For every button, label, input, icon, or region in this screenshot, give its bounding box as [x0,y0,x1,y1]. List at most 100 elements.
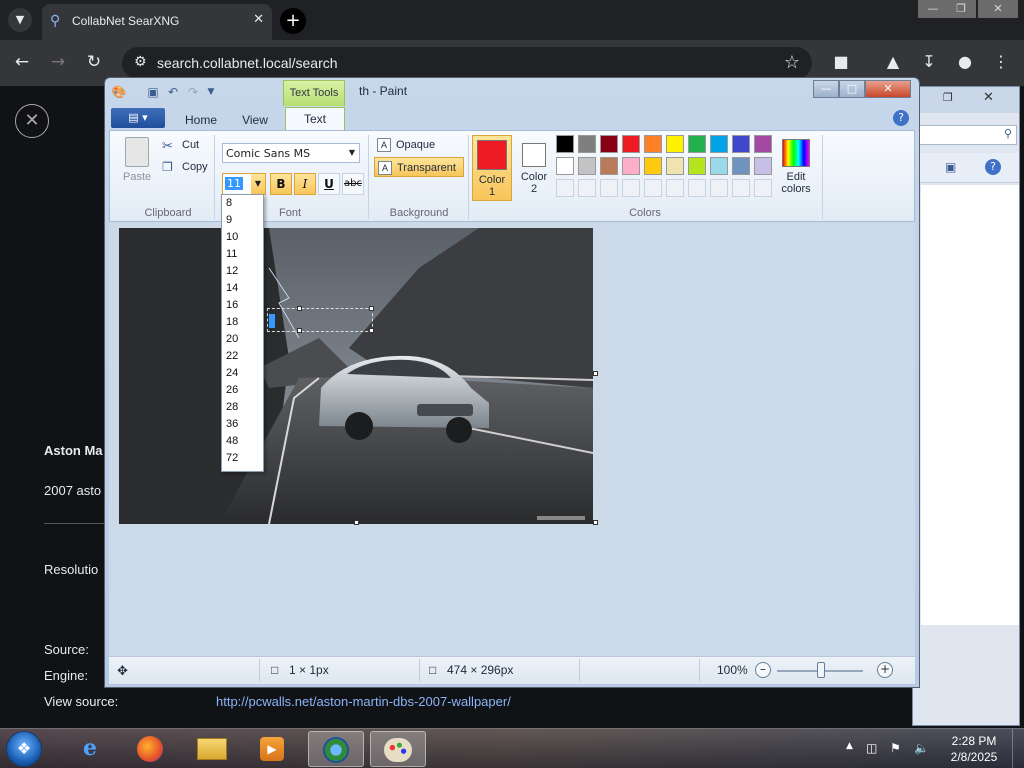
resize-handle[interactable] [297,328,302,333]
font-size-option[interactable]: 36 [222,416,263,433]
palette-empty-slot[interactable] [578,179,596,197]
tray-expand-icon[interactable]: ▲ [846,741,853,751]
cut-button[interactable]: ✂ Cut [162,137,218,155]
zoom-out-button[interactable]: – [755,662,771,678]
palette-empty-slot[interactable] [644,179,662,197]
tab-home[interactable]: Home [173,109,229,131]
restore-icon[interactable]: ❐ [943,91,953,104]
font-size-option[interactable]: 8 [222,195,263,212]
font-size-option[interactable]: 11 [222,246,263,263]
paint-app-icon[interactable]: 🎨 [111,84,127,100]
resize-handle[interactable] [297,306,302,311]
view-source-link[interactable]: http://pcwalls.net/aston-martin-dbs-2007… [216,694,511,709]
color-2-button[interactable]: Color 2 [514,135,554,201]
transparent-option[interactable]: A Transparent [374,157,464,177]
preview-pane-icon[interactable]: ▣ [945,160,956,174]
action-center-flag-icon[interactable]: ⚑ [890,741,901,755]
palette-swatch[interactable] [732,135,750,153]
minimize-button[interactable]: — [918,0,948,18]
tab-search-button[interactable]: ▼ [8,8,32,32]
font-size-option[interactable]: 22 [222,348,263,365]
close-icon[interactable]: ✕ [253,12,264,27]
palette-swatch[interactable] [666,135,684,153]
address-bar[interactable]: ⚙ search.collabnet.local/search ☆ [122,47,812,79]
download-icon[interactable]: ↧ [918,52,940,71]
palette-swatch[interactable] [556,157,574,175]
paste-button[interactable]: Paste [120,135,154,193]
palette-empty-slot[interactable] [754,179,772,197]
help-icon[interactable]: ? [985,159,1001,175]
font-size-option[interactable]: 18 [222,314,263,331]
reload-icon[interactable]: ↻ [82,52,106,72]
palette-swatch[interactable] [644,157,662,175]
font-size-option[interactable]: 48 [222,433,263,450]
site-info-icon[interactable]: ⚙ [134,54,147,70]
palette-swatch[interactable] [710,157,728,175]
forward-arrow-icon[interactable]: → [46,52,70,72]
palette-swatch[interactable] [622,157,640,175]
bookmark-star-icon[interactable]: ☆ [784,52,800,73]
font-size-option[interactable]: 12 [222,263,263,280]
background-search-box[interactable]: ⚲ [917,125,1017,145]
customize-qat-icon[interactable]: ▼ [203,84,219,100]
palette-swatch[interactable] [710,135,728,153]
browser-tab[interactable]: ⚲ CollabNet SearXNG ✕ [42,4,272,40]
font-family-dropdown[interactable]: Comic Sans MS ▼ [222,143,360,163]
start-button[interactable]: ❖ [6,731,42,767]
taskbar-chrome[interactable] [308,731,364,767]
font-size-option[interactable]: 14 [222,280,263,297]
taskbar-ie[interactable]: e [62,731,118,767]
copy-button[interactable]: ❐ Copy [162,159,218,177]
palette-empty-slot[interactable] [710,179,728,197]
close-detail-button[interactable]: ✕ [15,104,49,138]
palette-swatch[interactable] [688,157,706,175]
palette-empty-slot[interactable] [556,179,574,197]
text-selection-box[interactable] [267,308,373,332]
palette-swatch[interactable] [622,135,640,153]
palette-swatch[interactable] [644,135,662,153]
menu-kebab-icon[interactable]: ⋮ [990,52,1012,71]
zoom-in-button[interactable]: + [877,662,893,678]
font-size-option[interactable]: 28 [222,399,263,416]
palette-swatch[interactable] [754,157,772,175]
show-desktop-button[interactable] [1012,729,1024,768]
color-1-button[interactable]: Color 1 [472,135,512,201]
close-window-button[interactable]: ✕ [978,0,1018,18]
palette-empty-slot[interactable] [666,179,684,197]
palette-swatch[interactable] [578,157,596,175]
font-size-option[interactable]: 26 [222,382,263,399]
font-size-option[interactable]: 24 [222,365,263,382]
palette-empty-slot[interactable] [732,179,750,197]
palette-empty-slot[interactable] [622,179,640,197]
undo-icon[interactable]: ↶ [165,84,181,100]
font-size-option[interactable]: 9 [222,212,263,229]
palette-swatch[interactable] [600,135,618,153]
canvas-image[interactable] [119,228,593,524]
paint-maximize-button[interactable]: □ [839,80,865,98]
volume-muted-icon[interactable]: 🔈 [914,741,929,755]
new-tab-button[interactable]: + [280,8,306,34]
tab-text[interactable]: Text [285,107,345,132]
paint-close-button[interactable]: ✕ [865,80,911,98]
clock[interactable]: 2:28 PM 2/8/2025 [944,733,1004,765]
taskbar-paint[interactable] [370,731,426,767]
taskbar-explorer[interactable] [184,731,240,767]
taskbar-firefox[interactable] [122,731,178,767]
resize-handle[interactable] [369,328,374,333]
paint-menu-button[interactable]: ▤ ▾ [111,108,165,128]
palette-empty-slot[interactable] [600,179,618,197]
font-size-list[interactable]: 8 9 10 11 12 14 16 18 20 22 24 26 28 36 48 72 [221,194,264,472]
extensions-icon[interactable]: ■ [830,52,852,71]
labs-flask-icon[interactable]: ▲ [882,52,904,71]
redo-icon[interactable]: ↷ [185,84,201,100]
palette-swatch[interactable] [666,157,684,175]
resize-handle[interactable] [369,306,374,311]
profile-icon[interactable]: ● [954,52,976,71]
font-size-option[interactable]: 10 [222,229,263,246]
edit-colors-button[interactable]: Edit colors [776,135,816,201]
canvas-resize-handle-corner[interactable] [593,520,598,525]
palette-swatch[interactable] [578,135,596,153]
canvas-resize-handle-bottom[interactable] [354,520,359,525]
zoom-slider-thumb[interactable] [817,662,825,678]
palette-swatch[interactable] [754,135,772,153]
